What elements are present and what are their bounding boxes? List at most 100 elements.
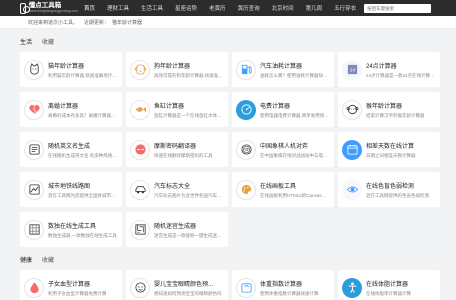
tool-description: 在线体脂率计算器计算 [366, 290, 411, 296]
section-tab-category[interactable]: 生活 [20, 37, 32, 46]
notice-recent-link[interactable]: 猫年龄计算器 [112, 19, 142, 26]
gas-pump-icon [236, 59, 256, 80]
tool-card[interactable]: 猴年龄计算器 结束计算汉字的猴年龄计算器 [338, 92, 440, 127]
tool-description: 使用电器电费计算器,简单易用快速计算 [260, 112, 330, 118]
tool-description: 日期之间相差天数计算器 [366, 152, 416, 158]
top-navbar: 懂点工具箱 www.dongdiangongjuxiang.com 首页 理财工具… [0, 0, 456, 16]
eye-icon [342, 179, 362, 200]
nav-item[interactable]: 老黄历 [203, 0, 232, 16]
tool-card[interactable]: 摩斯密码翻译器快速在线翻译摩斯密码的工具 [126, 132, 228, 167]
tool-card[interactable]: 婴儿宝宝眼睛颜色预... 想知道如何预测宝宝的眼睛颜色吗 [126, 270, 228, 300]
tool-title: 在线体脂计算器 [366, 281, 409, 288]
tool-title: 随机迷宫生成器 [154, 223, 197, 230]
tool-card[interactable]: 狗年龄计算器高效可靠的狗年龄计算器,快速准确地推算你的狗狗相当于人类年龄 [126, 52, 228, 87]
tool-card[interactable]: 汽车油耗计算器油耗怎么算？使用油耗计算器快速算出汽车油耗 [232, 52, 334, 87]
notice-bar: 欢迎来到道次小工具。 近期更新： 猫年龄计算器 [0, 16, 456, 29]
tool-card[interactable]: 在线色盲色弱检测混在工具网提供的色盲色弱检测 [338, 172, 440, 207]
site-logo[interactable]: 懂点工具箱 www.dongdiangongjuxiang.com [20, 2, 78, 14]
tool-section: 生活收藏猫年龄计算器利用猫年龄计算器,快速准确地计算出猫的年龄狗年龄计算器高效可… [20, 36, 440, 247]
tool-title: 摩斯密码翻译器 [154, 143, 197, 150]
tool-description: 使用体重指数计算器快速计算 [260, 290, 319, 296]
shuffle-icon [24, 139, 44, 160]
tool-description: 快速在线翻译摩斯密码的工具 [154, 152, 213, 158]
tool-description: 在线画板利用HTML5的Canvas实现 [260, 192, 330, 198]
logo-icon [20, 2, 30, 14]
cat-icon [24, 59, 44, 80]
nav-item[interactable]: 生活工具 [135, 0, 169, 16]
tool-title: 体重指数计算器 [260, 281, 303, 288]
scale-icon [236, 277, 256, 298]
tool-description: 高效可靠的狗年龄计算器,快速准确地推算你的狗狗相当于人类年龄 [154, 72, 224, 78]
fish-icon [130, 99, 150, 120]
nav-item[interactable]: 首页 [78, 0, 101, 16]
tool-description: 迷宫生成是一款能够一键生成迷宫图 [154, 232, 224, 238]
tool-title: 婴儿宝宝眼睛颜色预... [154, 281, 214, 288]
grid-24-icon: 24 [342, 59, 362, 80]
svg-text:帅: 帅 [244, 146, 248, 152]
section-tab-favorites[interactable]: 收藏 [42, 37, 54, 46]
tool-card[interactable]: 电费计算器 使用电器电费计算器,简单易用快速计算 [232, 92, 334, 127]
tool-card[interactable]: 在线体脂计算器 在线体脂率计算器计算 [338, 270, 440, 300]
tool-description: 数独生成器,一款数独在线生成工具 [48, 232, 117, 238]
tool-title: 猴年龄计算器 [366, 103, 403, 110]
tool-title: 汽车标志大全 [154, 183, 191, 190]
tool-title: 离婚计算器 [48, 103, 79, 110]
tool-card[interactable]: 离婚计算器离婚的成本有多高？离婚计算器帮你算一算 [20, 92, 122, 127]
tool-card[interactable]: 24 24点计算器 24点计算器是一款24点在线计算工具 [338, 52, 440, 87]
nav-item[interactable]: 星座运势 [169, 0, 203, 16]
tool-description: 利用猫年龄计算器,快速准确地计算出猫的年龄 [48, 72, 118, 78]
nav-item[interactable]: 理财工具 [101, 0, 135, 16]
nav-item[interactable]: 五行穿衣 [328, 0, 362, 16]
tool-card[interactable]: 城市地铁线路图混在工具网为您提供全国各城市地铁线路图 [20, 172, 122, 207]
sudoku-icon [24, 219, 44, 240]
nav-item[interactable]: 北京时间 [266, 0, 300, 16]
baby-icon [130, 277, 150, 298]
section-tabs: 生活 收藏 [20, 36, 436, 46]
main-nav: 首页 理财工具 生活工具 星座运势 老黄历 黄历查询 北京时间 第几周 五行穿衣 [78, 0, 362, 16]
tool-card[interactable]: 猫年龄计算器利用猫年龄计算器,快速准确地计算出猫的年龄 [20, 52, 122, 87]
heart-icon [24, 99, 44, 120]
section-tab-favorites[interactable]: 收藏 [42, 255, 54, 264]
blood-icon [24, 277, 44, 298]
tool-title: 狗年龄计算器 [154, 63, 191, 70]
tool-card[interactable]: 数独在线生成工具数独生成器,一款数独在线生成工具 [20, 212, 122, 247]
tool-card[interactable]: 体重指数计算器使用体重指数计算器快速计算 [232, 270, 334, 300]
tool-title: 数独在线生成工具 [48, 223, 97, 230]
tool-title: 中国象棋人机对弈 [260, 143, 309, 150]
tool-description: 24点计算器是一款24点在线计算工具 [366, 72, 436, 78]
tool-title: 子女血型计算器 [48, 281, 91, 288]
paint-icon [236, 179, 256, 200]
tool-card[interactable]: 随机迷宫生成器迷宫生成是一款能够一键生成迷宫图 [126, 212, 228, 247]
tool-section: 健康 收藏 子女血型计算器 利用子女血型计算器免费计算 婴儿宝宝眼睛颜色预... 想知道如… [20, 254, 440, 300]
tool-card[interactable]: 随机英文名生成在线随机生成英文名,有多种风格可选 [20, 132, 122, 167]
svg-text:24: 24 [349, 67, 355, 72]
tool-card[interactable]: 子女血型计算器利用子女血型计算器免费计算 [20, 270, 122, 300]
tool-title: 汽车油耗计算器 [260, 63, 303, 70]
tool-description: 鱼缸计算器是一个在线鱼缸水体计算工具 [154, 112, 224, 118]
tool-card[interactable]: 汽车标志大全汽车标志图片包含世界各国汽车品牌车标 [126, 172, 228, 207]
tool-card[interactable]: 帅 中国象棋人机对弈 在中国象棋在线对战战局中与电脑对弈 [232, 132, 334, 167]
morse-icon [130, 139, 150, 160]
tool-description: 油耗怎么算？使用油耗计算器快速算出汽车油耗 [260, 72, 330, 78]
notice-recent-label: 近期更新： [84, 19, 110, 26]
section-tab-category[interactable]: 健康 [20, 255, 32, 264]
tool-card[interactable]: 在线画板工具 在线画板利用HTML5的Canvas实现 [232, 172, 334, 207]
nav-item[interactable]: 第几周 [300, 0, 329, 16]
tool-description: 利用子女血型计算器免费计算 [48, 290, 107, 296]
tool-grid: 子女血型计算器 利用子女血型计算器免费计算 婴儿宝宝眼睛颜色预... 想知道如何预测宝… [20, 270, 440, 300]
tool-grid: 猫年龄计算器利用猫年龄计算器,快速准确地计算出猫的年龄狗年龄计算器高效可靠的狗年… [20, 52, 440, 247]
nav-item[interactable]: 黄历查询 [232, 0, 266, 16]
tool-title: 24点计算器 [366, 63, 397, 70]
tool-title: 城市地铁线路图 [48, 183, 91, 190]
tool-title: 随机英文名生成 [48, 143, 91, 150]
tool-card[interactable]: 相差天数在线计算 日期之间相差天数计算器 [338, 132, 440, 167]
tool-description: 离婚的成本有多高？离婚计算器帮你算一算 [48, 112, 118, 118]
tool-description: 在线随机生成英文名,有多种风格可选 [48, 152, 118, 158]
tool-description: 混在工具网为您提供全国各城市地铁线路图 [48, 192, 118, 198]
tool-title: 猫年龄计算器 [48, 63, 85, 70]
tool-title: 在线色盲色弱检测 [366, 183, 415, 190]
tool-title: 相差天数在线计算 [366, 143, 415, 150]
tool-description: 混在工具网提供的色盲色弱检测 [366, 192, 429, 198]
search-input[interactable] [364, 3, 432, 13]
tool-card[interactable]: 鱼缸计算器鱼缸计算器是一个在线鱼缸水体计算工具 [126, 92, 228, 127]
